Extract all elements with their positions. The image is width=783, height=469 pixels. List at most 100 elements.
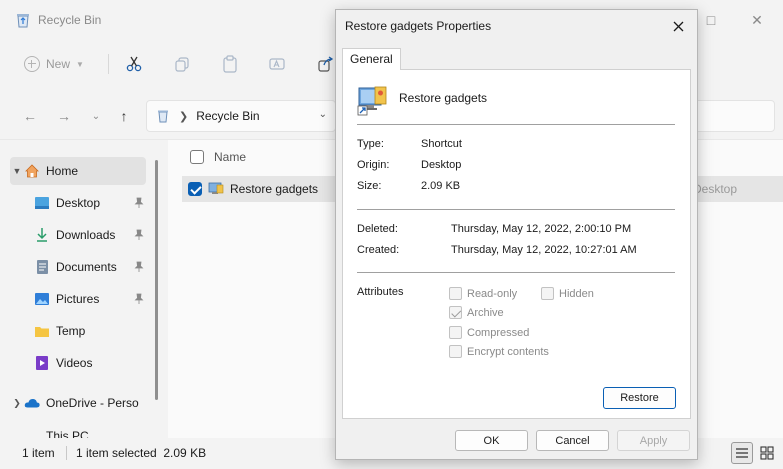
rename-icon [269, 58, 285, 70]
hidden-checkbox[interactable]: Hidden [541, 287, 594, 300]
sidebar-item-label: Videos [56, 356, 93, 370]
new-button[interactable]: New ▼ [24, 52, 84, 76]
archive-label: Archive [467, 306, 504, 319]
tiles-view-button[interactable] [756, 442, 778, 464]
file-name: Restore gadgets [230, 182, 319, 196]
home-icon [24, 163, 40, 179]
paste-button[interactable] [217, 52, 243, 76]
general-tab-panel: Restore gadgets Type: Shortcut Origin: D… [342, 69, 691, 419]
back-button[interactable]: ← [18, 106, 42, 126]
maximize-button[interactable]: □ [696, 8, 726, 32]
breadcrumb-separator-icon: ❯ [179, 110, 189, 123]
sidebar-item-pictures[interactable]: Pictures [34, 285, 146, 313]
tiles-view-icon [760, 446, 774, 460]
onedrive-icon [24, 395, 40, 411]
cut-button[interactable] [121, 52, 147, 76]
arrow-left-icon: ← [23, 108, 37, 124]
read-only-checkbox[interactable]: Read-only [449, 287, 517, 300]
select-all-checkbox[interactable] [190, 150, 204, 164]
divider [357, 124, 675, 125]
compressed-label: Compressed [467, 326, 530, 339]
new-label: New [46, 57, 71, 71]
sidebar-item-label: This PC [46, 429, 89, 438]
documents-icon [34, 259, 50, 275]
archive-checkbox[interactable]: Archive [449, 306, 504, 319]
maximize-icon: □ [706, 12, 716, 28]
dialog-close-button[interactable] [667, 16, 689, 36]
share-icon [318, 56, 334, 72]
sidebar-item-home[interactable]: ▼ Home [10, 157, 146, 185]
check-icon [449, 306, 462, 319]
copy-button[interactable] [169, 52, 195, 76]
chevron-down-icon[interactable]: ⌄ [319, 109, 327, 120]
recycle-bin-icon [158, 110, 168, 123]
chevron-down-icon[interactable]: ▼ [10, 166, 24, 176]
arrow-right-icon: → [57, 108, 71, 124]
pin-icon [134, 229, 144, 240]
sidebar-item-label: Desktop [56, 196, 101, 210]
read-only-label: Read-only [467, 287, 518, 300]
sidebar-item-label: OneDrive - Perso [46, 396, 139, 410]
row-checkbox[interactable] [188, 182, 202, 196]
recycle-bin-icon [17, 14, 29, 28]
up-button[interactable]: ↑ [112, 106, 136, 126]
address-bar[interactable]: ❯ Recycle Bin ⌄ [146, 100, 336, 132]
sidebar-item-temp[interactable]: Temp [34, 317, 146, 345]
cancel-button[interactable]: Cancel [536, 430, 609, 451]
arrow-up-icon: ↑ [120, 108, 128, 124]
status-item-count: 1 item [22, 446, 55, 460]
divider [357, 209, 675, 210]
sidebar-item-desktop[interactable]: Desktop [34, 189, 146, 217]
type-value: Shortcut [421, 138, 462, 150]
type-label: Type: [357, 138, 384, 150]
close-icon [673, 21, 683, 31]
status-selection: 1 item selected 2.09 KB [76, 446, 207, 460]
deleted-label: Deleted: [357, 223, 398, 235]
sidebar-item-label: Home [46, 164, 79, 178]
rename-button[interactable] [265, 52, 291, 76]
sidebar-item-documents[interactable]: Documents [34, 253, 146, 281]
navigation-pane: ▼ Home Desktop Downloads Documents Pictu… [0, 148, 160, 438]
paste-icon [223, 55, 237, 73]
recent-locations-button[interactable]: ⌄ [84, 106, 108, 126]
details-view-icon [736, 448, 748, 458]
ok-button[interactable]: OK [455, 430, 528, 451]
folder-icon [34, 323, 50, 339]
encrypt-checkbox[interactable]: Encrypt contents [449, 345, 549, 358]
compressed-checkbox[interactable]: Compressed [449, 326, 529, 339]
close-icon: ✕ [751, 12, 763, 28]
gadget-shortcut-icon [357, 86, 387, 116]
search-box[interactable] [690, 100, 775, 132]
forward-button[interactable]: → [52, 106, 76, 126]
attributes-label: Attributes [357, 286, 404, 298]
videos-icon [34, 355, 50, 371]
cut-icon [126, 56, 142, 72]
close-window-button[interactable]: ✕ [742, 8, 772, 32]
sidebar-item-downloads[interactable]: Downloads [34, 221, 146, 249]
chevron-down-icon: ▼ [76, 59, 84, 69]
downloads-icon [34, 227, 50, 243]
column-name-label: Name [214, 150, 247, 164]
column-header-name[interactable]: Name [190, 150, 246, 164]
plus-icon [24, 56, 40, 72]
size-label: Size: [357, 180, 382, 192]
restore-button[interactable]: Restore [603, 387, 676, 409]
sidebar-scrollbar[interactable] [155, 160, 158, 400]
origin-label: Origin: [357, 159, 390, 171]
sidebar-item-videos[interactable]: Videos [34, 349, 146, 377]
chevron-right-icon[interactable]: ❯ [10, 398, 24, 409]
pin-icon [134, 261, 144, 272]
sidebar-item-this-pc[interactable]: This PC [10, 428, 146, 438]
deleted-value: Thursday, May 12, 2022, 2:00:10 PM [451, 223, 632, 235]
sidebar-item-onedrive[interactable]: ❯ OneDrive - Perso [10, 389, 146, 417]
properties-dialog: Restore gadgets Properties General Resto… [335, 9, 698, 460]
apply-button[interactable]: Apply [617, 430, 690, 451]
details-view-button[interactable] [731, 442, 753, 464]
origin-value: Desktop [421, 159, 462, 171]
tab-general[interactable]: General [342, 48, 401, 70]
toolbar-divider [108, 54, 109, 74]
encrypt-label: Encrypt contents [467, 345, 549, 358]
gadget-shortcut-icon [208, 182, 224, 194]
hidden-label: Hidden [559, 287, 594, 300]
breadcrumb-recycle-bin[interactable]: Recycle Bin [196, 109, 259, 123]
